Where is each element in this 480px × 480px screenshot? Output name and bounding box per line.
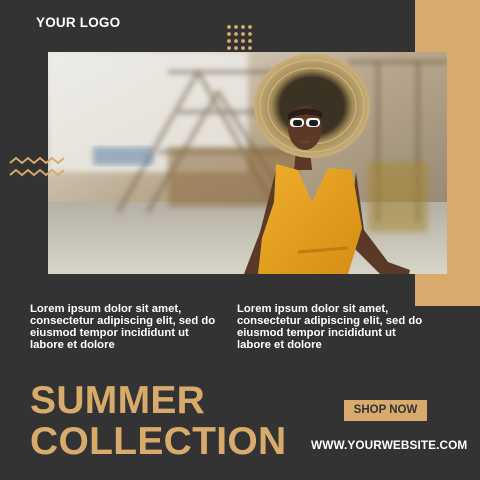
headline-line-1: SUMMER: [30, 379, 206, 422]
website-link[interactable]: WWW.YOURWEBSITE.COM: [311, 438, 467, 452]
body-text-left: Lorem ipsum dolor sit amet, consectetur …: [30, 303, 216, 352]
shop-now-button[interactable]: SHOP NOW: [344, 400, 427, 421]
body-text-right: Lorem ipsum dolor sit amet, consectetur …: [237, 303, 423, 352]
hero-photo: [48, 52, 447, 274]
zigzag-decoration-icon: [9, 156, 65, 177]
social-post-canvas: YOUR LOGO Lorem ipsum dolor sit amet, co…: [0, 0, 480, 480]
woman-in-yellow-dress-photo: [48, 52, 447, 274]
logo-text[interactable]: YOUR LOGO: [36, 15, 120, 30]
headline-line-2: COLLECTION: [30, 420, 287, 463]
